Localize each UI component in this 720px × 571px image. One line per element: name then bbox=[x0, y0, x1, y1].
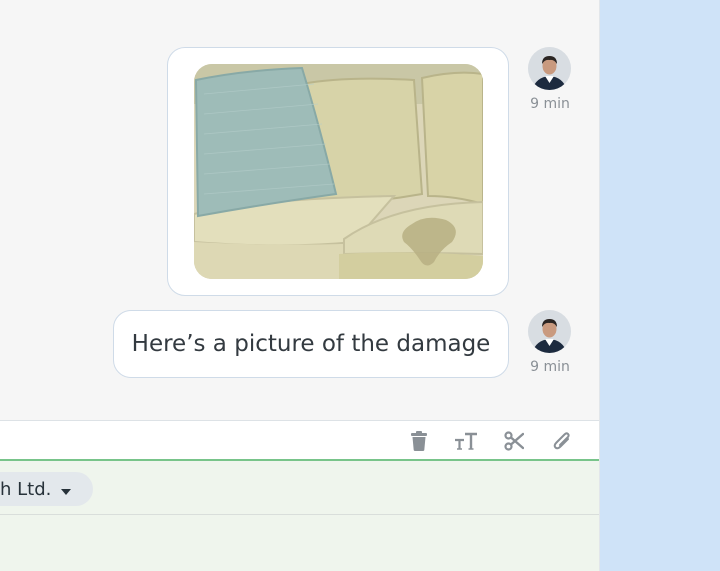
company-select[interactable]: h Ltd. bbox=[0, 472, 94, 506]
trash-icon[interactable] bbox=[407, 429, 431, 453]
text-size-icon[interactable] bbox=[454, 429, 478, 453]
composer-toolbar bbox=[0, 420, 599, 461]
company-select-label: h Ltd. bbox=[0, 478, 52, 500]
side-panel bbox=[600, 0, 720, 571]
message-time: 9 min bbox=[530, 359, 570, 375]
sofa-damage-photo[interactable] bbox=[194, 64, 483, 279]
sender-avatar[interactable] bbox=[528, 310, 571, 353]
image-message-bubble[interactable] bbox=[167, 47, 509, 296]
footer-row: h Ltd. bbox=[0, 461, 599, 515]
text-message-bubble[interactable]: Here’s a picture of the damage bbox=[113, 310, 509, 378]
sender-avatar[interactable] bbox=[528, 47, 571, 90]
message-time: 9 min bbox=[530, 96, 570, 112]
message-text: Here’s a picture of the damage bbox=[131, 331, 491, 357]
scissors-icon[interactable] bbox=[502, 429, 526, 453]
caret-down-icon bbox=[61, 479, 72, 500]
chat-panel: 9 min Here’s a picture of the damage 9 m… bbox=[0, 0, 600, 571]
footer-area bbox=[0, 515, 599, 571]
paperclip-icon[interactable] bbox=[550, 429, 574, 453]
